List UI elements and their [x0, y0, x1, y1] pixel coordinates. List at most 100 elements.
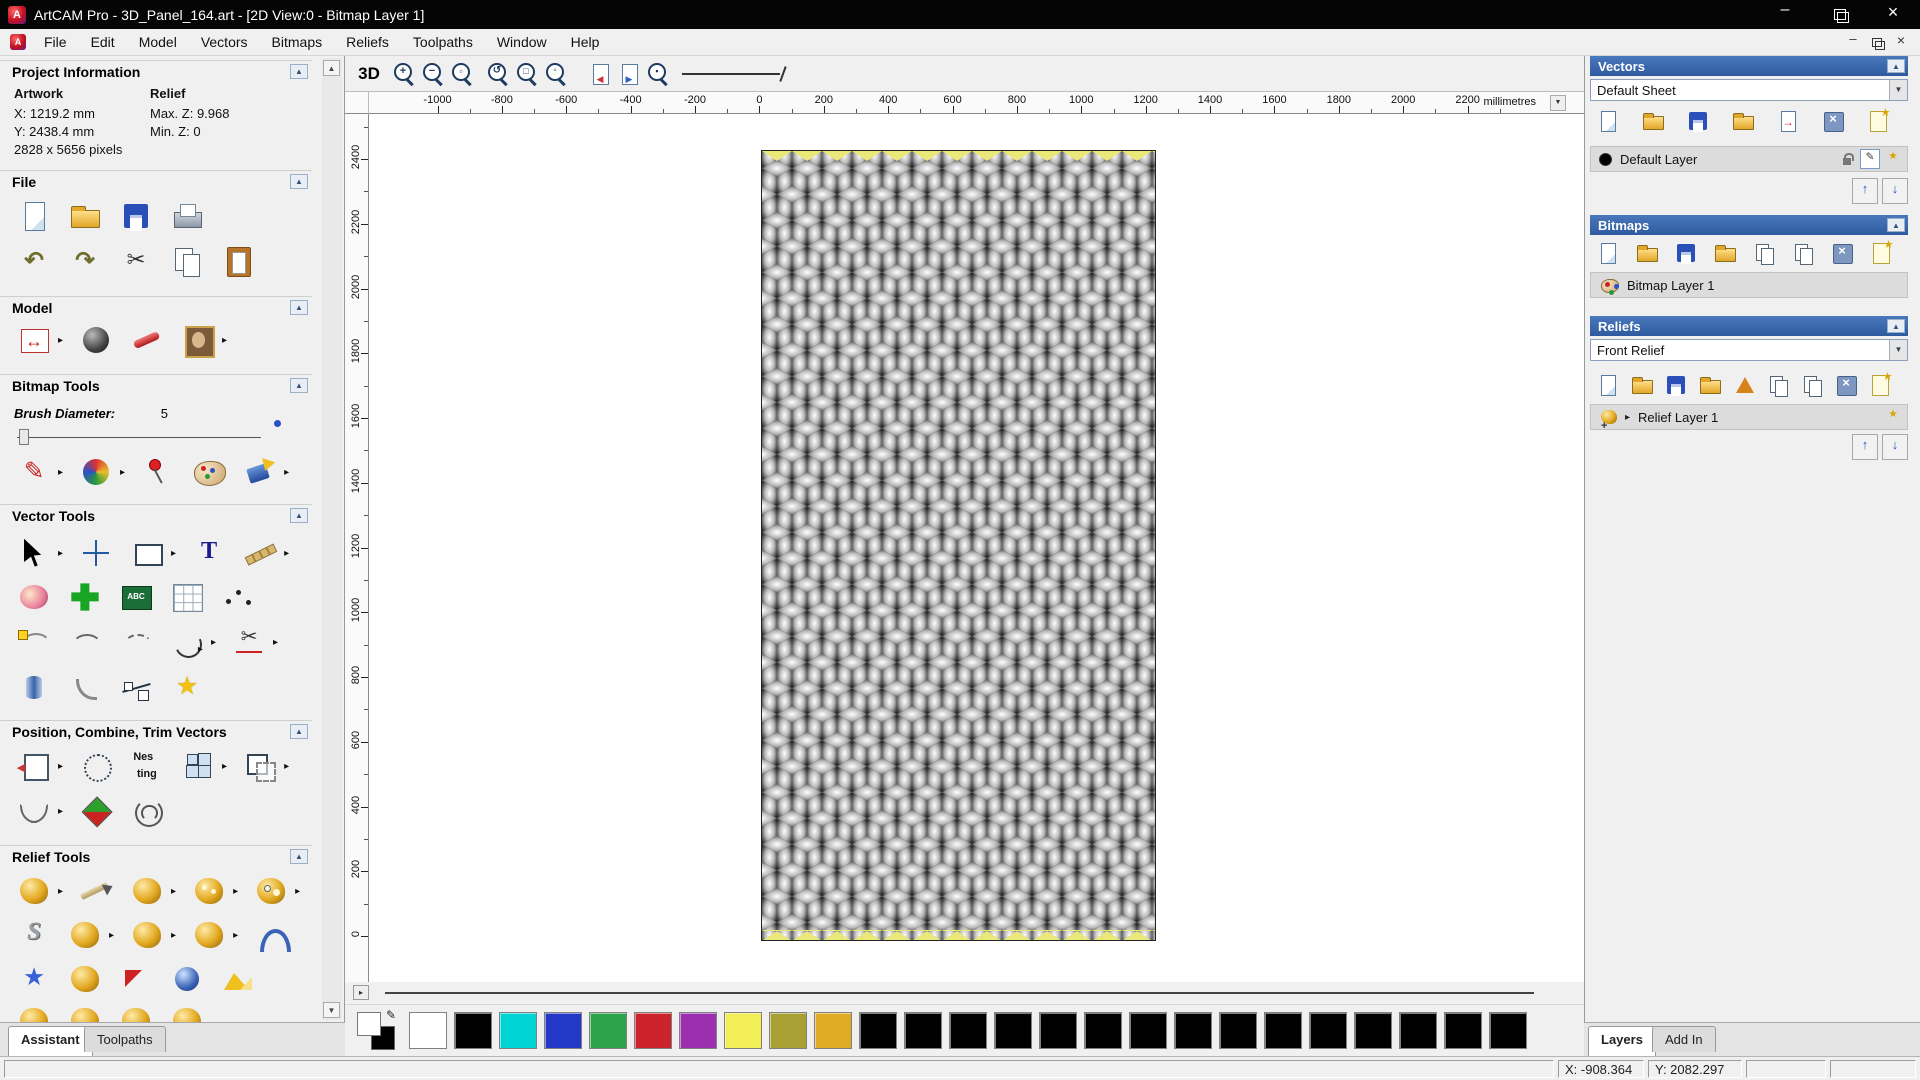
- flyout-arrow-icon[interactable]: ▸: [58, 886, 63, 897]
- edit-layer-icon[interactable]: [1860, 149, 1880, 169]
- palette-swatch-23[interactable]: [1444, 1012, 1482, 1049]
- dropdown-arrow-icon[interactable]: ▼: [1889, 80, 1907, 100]
- sheet-selector[interactable]: Default Sheet ▼: [1590, 79, 1908, 101]
- flyout-arrow-icon[interactable]: ▸: [171, 886, 176, 897]
- open-bitmap-icon[interactable]: [1634, 240, 1660, 266]
- zoom-page-icon[interactable]: [514, 61, 540, 87]
- scroll-right-button[interactable]: ▸: [353, 985, 369, 1000]
- flyout-arrow-icon[interactable]: ▸: [284, 548, 289, 559]
- palette-swatch-22[interactable]: [1399, 1012, 1437, 1049]
- create-text-icon[interactable]: [191, 535, 227, 571]
- shape-editor-icon[interactable]: [191, 873, 227, 909]
- flyout-arrow-icon[interactable]: ▸: [222, 761, 227, 772]
- flood-fill-icon[interactable]: [242, 454, 278, 490]
- palette-swatch-20[interactable]: [1309, 1012, 1347, 1049]
- sculpt-model-icon[interactable]: [129, 322, 165, 358]
- flyout-arrow-icon[interactable]: ▸: [58, 806, 63, 817]
- palette-swatch-10[interactable]: [859, 1012, 897, 1049]
- align-vectors-icon[interactable]: [16, 748, 52, 784]
- rollup-reliefs-button[interactable]: ▲: [1887, 319, 1905, 333]
- measure-icon[interactable]: [242, 535, 278, 571]
- flyout-arrow-icon[interactable]: ▸: [171, 930, 176, 941]
- dome-wizard-icon[interactable]: [67, 961, 103, 997]
- new-model-icon[interactable]: [16, 198, 52, 234]
- flyout-arrow-icon[interactable]: ▸: [233, 886, 238, 897]
- copy-relief-icon[interactable]: [253, 873, 289, 909]
- import-relief-icon[interactable]: [1697, 372, 1723, 398]
- undo-icon[interactable]: [16, 243, 52, 279]
- layer-up-icon[interactable]: [1852, 434, 1878, 460]
- group-vectors-icon[interactable]: [242, 748, 278, 784]
- new-relief-icon[interactable]: [1595, 372, 1621, 398]
- artwork-canvas[interactable]: [762, 151, 1155, 940]
- palette-swatch-9[interactable]: [814, 1012, 852, 1049]
- slider-thumb[interactable]: [19, 429, 29, 445]
- turn-wizard-icon[interactable]: [67, 1003, 103, 1022]
- menu-window[interactable]: Window: [485, 31, 559, 53]
- add-layer-icon[interactable]: [1883, 407, 1903, 427]
- rollup-model-button[interactable]: ▲: [290, 300, 308, 315]
- star-wizard-icon[interactable]: [16, 961, 52, 997]
- flyout-arrow-icon[interactable]: ▸: [295, 886, 300, 897]
- lock-icon[interactable]: [1837, 149, 1857, 169]
- drawing-viewport[interactable]: [369, 114, 1584, 982]
- delete-layer-icon[interactable]: [1833, 372, 1859, 398]
- paint-selective-icon[interactable]: [78, 454, 114, 490]
- palette-swatch-24[interactable]: [1489, 1012, 1527, 1049]
- layer-down-icon[interactable]: [1882, 178, 1908, 204]
- new-bitmap-icon[interactable]: [1595, 240, 1621, 266]
- open-vectors-icon[interactable]: [1640, 108, 1666, 134]
- smooth-filter-icon[interactable]: [16, 917, 52, 953]
- save-relief-icon[interactable]: [1663, 372, 1689, 398]
- next-view-icon[interactable]: [616, 61, 642, 87]
- flyout-arrow-icon[interactable]: ▸: [222, 335, 227, 346]
- tab-assistant[interactable]: Assistant: [8, 1026, 93, 1056]
- fillet-vectors-icon[interactable]: [67, 670, 103, 706]
- palette-swatch-17[interactable]: [1174, 1012, 1212, 1049]
- spiral-copy-icon[interactable]: [129, 793, 165, 829]
- assistant-scrollbar[interactable]: ▲ ▼: [322, 58, 342, 1020]
- primary-secondary-color-swatch[interactable]: ✎: [357, 1012, 395, 1050]
- palette-swatch-8[interactable]: [769, 1012, 807, 1049]
- create-rectangle-icon[interactable]: [129, 535, 165, 571]
- create-arc-icon[interactable]: [169, 624, 205, 660]
- palette-swatch-1[interactable]: [454, 1012, 492, 1049]
- palette-swatch-15[interactable]: [1084, 1012, 1122, 1049]
- palette-swatch-7[interactable]: [724, 1012, 762, 1049]
- zoom-objects-icon[interactable]: [543, 61, 569, 87]
- create-polygon-icon[interactable]: [67, 579, 103, 615]
- palette-swatch-3[interactable]: [544, 1012, 582, 1049]
- slice-relief-icon[interactable]: [118, 961, 154, 997]
- menu-model[interactable]: Model: [127, 31, 189, 53]
- bezier-curve-icon[interactable]: [16, 624, 52, 660]
- texture-relief-icon[interactable]: [129, 873, 165, 909]
- minimize-button[interactable]: [1758, 0, 1812, 29]
- expand-relief-layer-icon[interactable]: ▸: [1625, 412, 1630, 423]
- rollup-vectors-button[interactable]: ▲: [1887, 59, 1905, 73]
- rollup-bitmap-tools-button[interactable]: ▲: [290, 378, 308, 393]
- create-polyline-icon[interactable]: [220, 579, 256, 615]
- cut-icon[interactable]: [118, 243, 154, 279]
- menu-reliefs[interactable]: Reliefs: [334, 31, 401, 53]
- bitmap-layer-row[interactable]: Bitmap Layer 1: [1590, 272, 1908, 298]
- palette-swatch-16[interactable]: [1129, 1012, 1167, 1049]
- new-sheet-icon[interactable]: [1595, 108, 1621, 134]
- copy-layer-icon[interactable]: [1790, 240, 1816, 266]
- redo-icon[interactable]: [67, 243, 103, 279]
- save-model-icon[interactable]: [118, 198, 154, 234]
- ruler-options-button[interactable]: ▼: [1550, 95, 1566, 111]
- rollup-position-tools-button[interactable]: ▲: [290, 724, 308, 739]
- create-star-icon[interactable]: [169, 670, 205, 706]
- menu-bitmaps[interactable]: Bitmaps: [260, 31, 335, 53]
- merge-layers-icon[interactable]: [1751, 240, 1777, 266]
- new-layer-icon[interactable]: [1867, 372, 1893, 398]
- palette-swatch-21[interactable]: [1354, 1012, 1392, 1049]
- relief-layer-row[interactable]: ▸ Relief Layer 1 +: [1590, 404, 1908, 430]
- flyout-arrow-icon[interactable]: ▸: [233, 930, 238, 941]
- create-ellipse-icon[interactable]: [16, 579, 52, 615]
- fit-curves-icon[interactable]: [67, 624, 103, 660]
- menu-edit[interactable]: Edit: [79, 31, 127, 53]
- copy-icon[interactable]: [169, 243, 205, 279]
- load-picture-icon[interactable]: [180, 322, 216, 358]
- palette-swatch-19[interactable]: [1264, 1012, 1302, 1049]
